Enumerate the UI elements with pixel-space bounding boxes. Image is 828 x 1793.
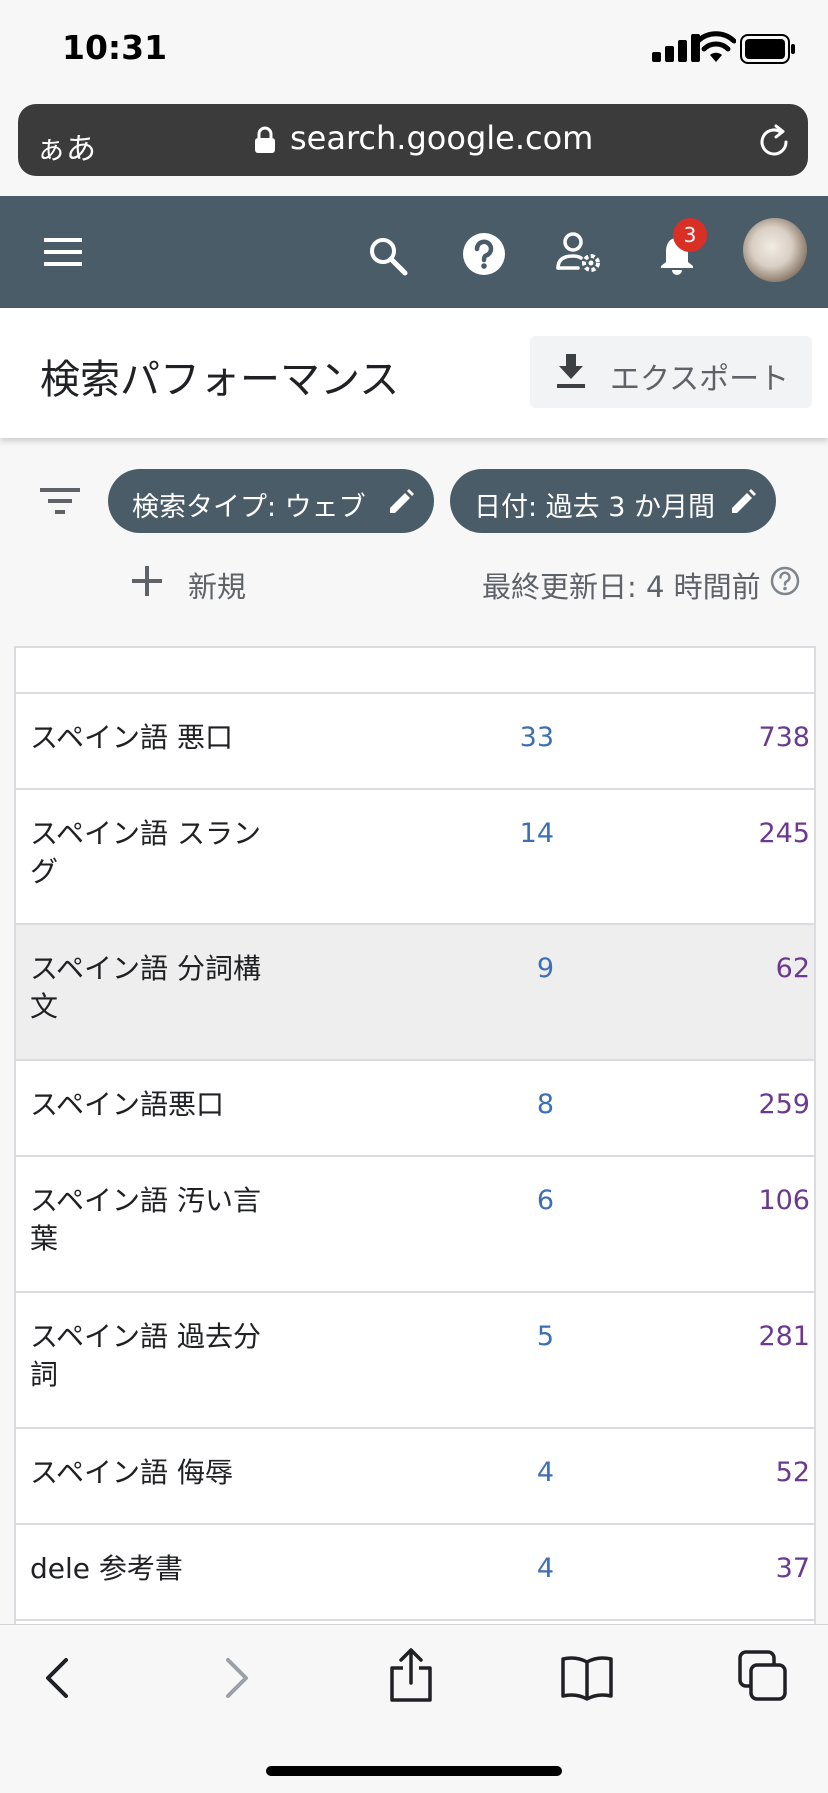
help-outline-icon[interactable] xyxy=(770,566,800,596)
impressions-value: 281 xyxy=(758,1321,810,1352)
app-bar xyxy=(0,196,828,308)
new-filter-button[interactable]: 新規 xyxy=(188,564,246,606)
table-row[interactable]: スペイン語 汚い言葉 6 106 xyxy=(16,1155,814,1291)
query-text: スペイン語 分詞構文 xyxy=(30,952,261,1023)
table-row[interactable]: スペイン語 過去分詞 5 281 xyxy=(16,1291,814,1427)
table-row[interactable]: スペイン語 悪口 33 738 xyxy=(16,692,814,788)
back-icon[interactable] xyxy=(34,1654,82,1702)
lock-icon xyxy=(255,126,275,153)
impressions-value: 245 xyxy=(758,818,810,849)
query-text: dele 参考書 xyxy=(30,1552,183,1585)
impressions-value: 106 xyxy=(758,1185,810,1216)
impressions-value: 738 xyxy=(758,722,810,753)
impressions-value: 62 xyxy=(775,953,810,984)
query-text: スペイン語 侮辱 xyxy=(30,1456,233,1489)
clicks-value: 5 xyxy=(536,1321,554,1352)
table-row[interactable]: スペイン語 スラング 14 245 xyxy=(16,788,814,923)
home-indicator xyxy=(266,1766,562,1776)
url-text[interactable]: search.google.com xyxy=(290,119,593,157)
help-icon[interactable] xyxy=(462,232,506,276)
edit-pencil-icon xyxy=(732,489,756,513)
impressions-value: 52 xyxy=(775,1457,810,1488)
reload-icon[interactable] xyxy=(756,124,792,160)
tabs-icon[interactable] xyxy=(738,1650,788,1702)
clicks-value: 4 xyxy=(536,1553,554,1584)
clicks-value: 4 xyxy=(536,1457,554,1488)
query-text: スペイン語 スラング xyxy=(30,817,261,888)
status-time: 10:31 xyxy=(62,28,168,67)
table-row[interactable]: スペイン語 侮辱 4 52 xyxy=(16,1427,814,1523)
query-text: スペイン語悪口 xyxy=(30,1088,225,1121)
search-type-filter-chip[interactable]: 検索タイプ: ウェブ xyxy=(108,469,434,533)
user-settings-icon[interactable] xyxy=(556,230,602,276)
search-icon[interactable] xyxy=(366,234,410,278)
bookmarks-icon[interactable] xyxy=(560,1654,614,1702)
battery-icon xyxy=(740,34,795,64)
user-avatar[interactable] xyxy=(743,218,807,282)
edit-pencil-icon xyxy=(390,489,414,513)
clicks-value: 33 xyxy=(519,722,554,753)
impressions-value: 37 xyxy=(775,1553,810,1584)
table-row[interactable]: dele 参考書 4 37 xyxy=(16,1523,814,1619)
query-text: スペイン語 過去分詞 xyxy=(30,1320,261,1391)
wifi-icon xyxy=(696,31,736,62)
plus-icon[interactable] xyxy=(132,566,162,596)
clicks-value: 14 xyxy=(519,818,554,849)
menu-icon[interactable] xyxy=(44,236,84,268)
date-filter-chip[interactable]: 日付: 過去 3 か月間 xyxy=(450,469,776,533)
queries-table: スペイン語 悪口 33 738 スペイン語 スラング 14 245 スペイン語 … xyxy=(14,646,816,1626)
last-updated-text: 最終更新日: 4 時間前 xyxy=(482,570,761,604)
export-button-label: エクスポート xyxy=(610,362,790,397)
forward-icon[interactable] xyxy=(212,1654,260,1702)
impressions-value: 259 xyxy=(758,1089,810,1120)
notification-count-badge: 3 xyxy=(673,218,707,252)
reader-text-size-button[interactable]: ぁあ xyxy=(36,124,96,168)
clicks-value: 8 xyxy=(536,1089,554,1120)
table-row[interactable]: スペイン語悪口 8 259 xyxy=(16,1059,814,1155)
download-icon xyxy=(557,354,585,388)
query-text: スペイン語 汚い言葉 xyxy=(30,1184,261,1255)
table-row[interactable]: スペイン語 分詞構文 9 62 xyxy=(16,923,814,1059)
search-type-filter-label: 検索タイプ: ウェブ xyxy=(132,492,366,523)
share-icon[interactable] xyxy=(386,1648,436,1702)
clicks-value: 9 xyxy=(536,953,554,984)
clicks-value: 6 xyxy=(536,1185,554,1216)
page-title: 検索パフォーマンス xyxy=(40,357,400,403)
filter-icon[interactable] xyxy=(40,486,80,516)
query-text: スペイン語 悪口 xyxy=(30,721,233,754)
date-filter-label: 日付: 過去 3 か月間 xyxy=(474,492,716,523)
table-row[interactable] xyxy=(16,648,814,692)
